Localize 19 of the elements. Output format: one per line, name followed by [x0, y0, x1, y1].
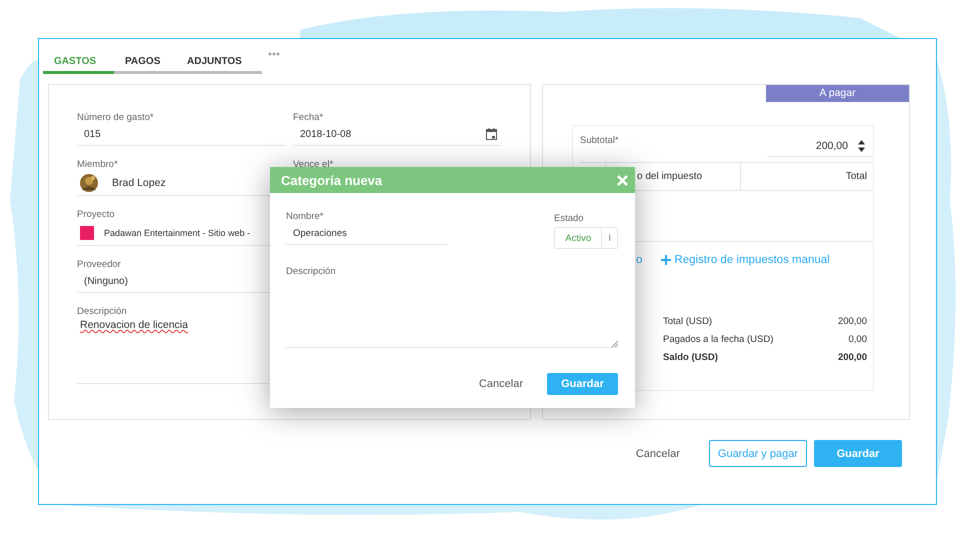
total-label: Pagados a la fecha (USD): [663, 334, 774, 345]
field-label: Descripción: [77, 306, 127, 317]
field-label: Fecha*: [293, 112, 324, 123]
column-header: Total: [844, 170, 868, 184]
field-label: Estado: [554, 213, 584, 224]
field-label: Vence el*: [293, 159, 334, 170]
total-label: Saldo (USD): [663, 352, 718, 363]
field-label: Miembro*: [77, 159, 118, 170]
total-value: 200,00: [838, 316, 867, 327]
total-label: Total (USD): [663, 316, 712, 327]
field-label: Proveedor: [77, 259, 121, 270]
field-label: Número de gasto*: [77, 112, 154, 123]
field-label: Descripción: [286, 266, 336, 277]
status-badge: A pagar: [766, 85, 909, 102]
field-label: Subtotal*: [580, 135, 619, 148]
field-label: Nombre*: [286, 211, 324, 222]
total-value: 200,00: [838, 352, 867, 363]
total-value: 0,00: [848, 334, 867, 345]
field-label: Proyecto: [77, 209, 114, 220]
